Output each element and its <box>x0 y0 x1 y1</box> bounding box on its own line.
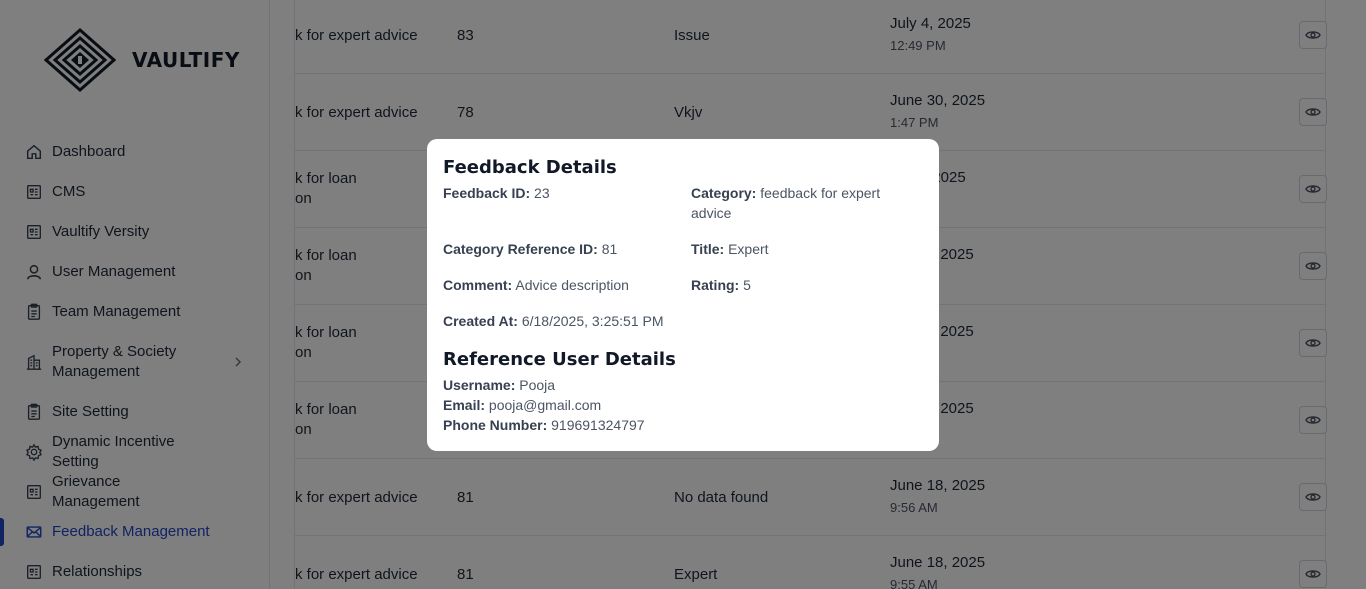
field-value: 5 <box>743 277 751 293</box>
email-field: Email: pooja@gmail.com <box>443 395 843 415</box>
field-value: 81 <box>601 241 618 257</box>
field-label: Rating: <box>691 277 740 293</box>
username-field: Username: Pooja <box>443 375 843 395</box>
field-value: 919691324797 <box>551 417 645 433</box>
category-ref-field: Category Reference ID: 81 <box>443 239 683 259</box>
field-value: Advice description <box>515 277 629 293</box>
rating-field: Rating: 5 <box>691 275 921 295</box>
field-label: Phone Number: <box>443 417 548 433</box>
feedback-id-field: Feedback ID: 23 <box>443 183 683 203</box>
field-label: Comment: <box>443 277 513 293</box>
modal-title: Feedback Details <box>443 157 617 178</box>
field-label: Feedback ID: <box>443 185 531 201</box>
reference-user-title: Reference User Details <box>443 349 676 370</box>
field-label: Created At: <box>443 313 518 329</box>
phone-field: Phone Number: 919691324797 <box>443 415 843 435</box>
field-label: Category: <box>691 185 757 201</box>
field-label: Username: <box>443 377 516 393</box>
field-value: Pooja <box>519 377 556 393</box>
category-field: Category: feedback for expert advice <box>691 183 921 223</box>
field-value: Expert <box>728 241 769 257</box>
field-label: Email: <box>443 397 486 413</box>
field-label: Title: <box>691 241 725 257</box>
field-value: 6/18/2025, 3:25:51 PM <box>521 313 664 329</box>
created-at-field: Created At: 6/18/2025, 3:25:51 PM <box>443 311 743 331</box>
comment-field: Comment: Advice description <box>443 275 683 295</box>
field-value: pooja@gmail.com <box>488 397 602 413</box>
title-field: Title: Expert <box>691 239 921 259</box>
field-value: 23 <box>534 185 550 201</box>
field-label: Category Reference ID: <box>443 241 598 257</box>
feedback-details-modal: Feedback Details Feedback ID: 23 Categor… <box>427 139 939 451</box>
